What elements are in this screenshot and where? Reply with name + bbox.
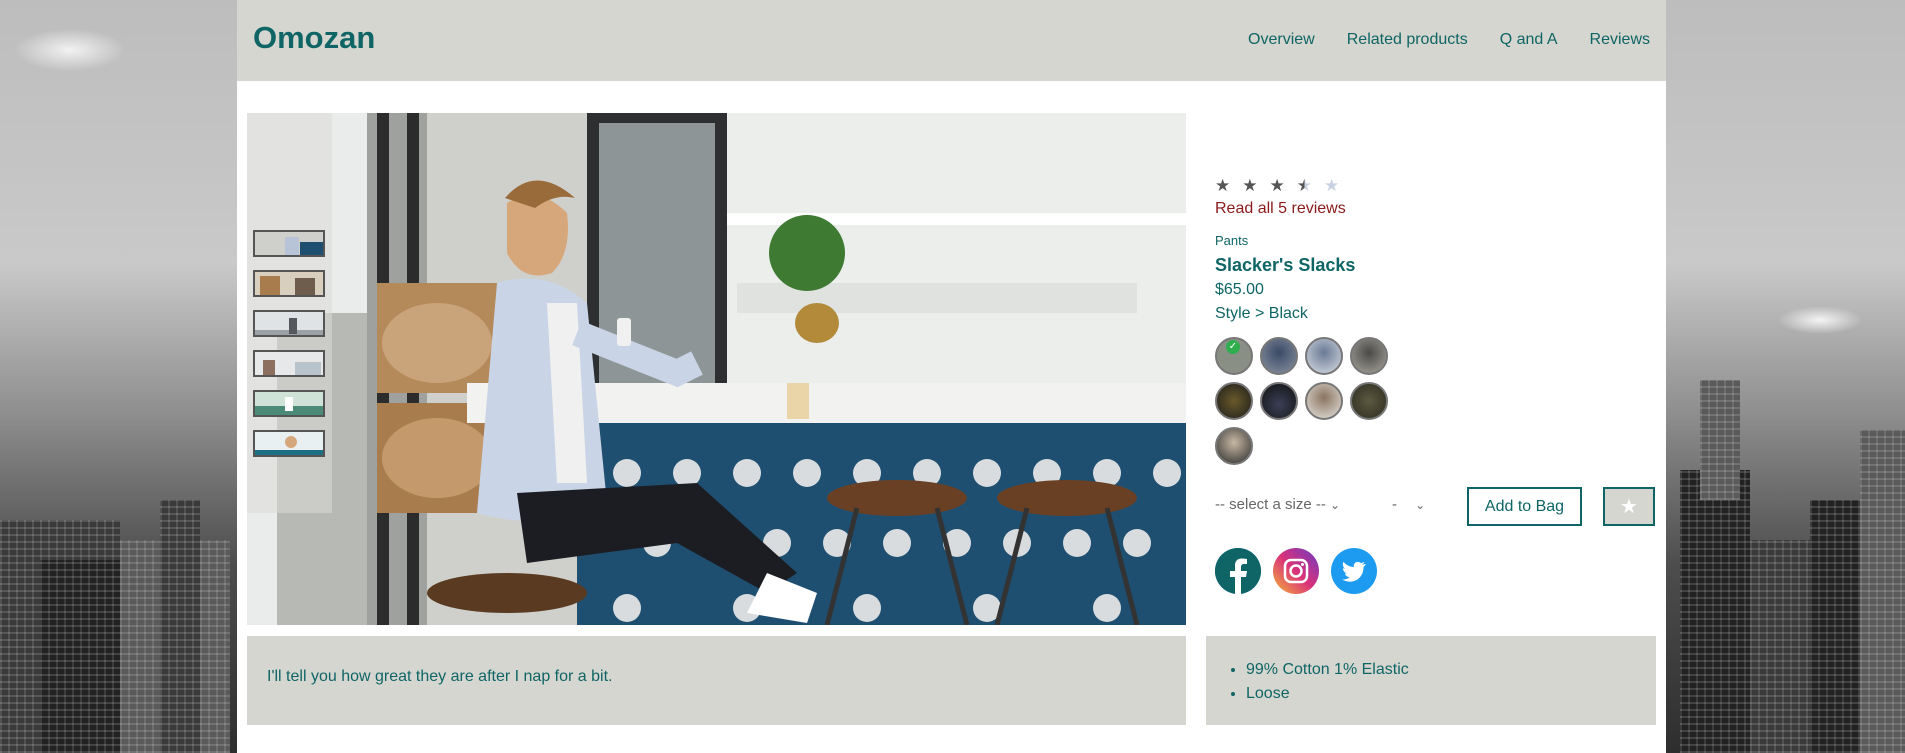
style-swatch-2[interactable]: [1260, 337, 1298, 375]
feature-item: 99% Cotton 1% Elastic: [1246, 658, 1409, 682]
nav-reviews[interactable]: Reviews: [1590, 31, 1650, 49]
quantity-select[interactable]: - ⌄: [1392, 496, 1425, 513]
thumbnail-5[interactable]: [253, 390, 325, 417]
style-swatch-4[interactable]: [1350, 337, 1388, 375]
thumbnail-1[interactable]: [253, 230, 325, 257]
star-half-icon: ★: [1296, 176, 1312, 195]
product-description-box: I'll tell you how great they are after I…: [247, 636, 1186, 725]
check-icon: ✓: [1226, 340, 1240, 354]
star-icon: ★: [1620, 496, 1638, 518]
product-features-box: 99% Cotton 1% Elastic Loose: [1206, 636, 1656, 725]
quantity-select-value: -: [1392, 496, 1397, 513]
thumbnail-strip: [247, 113, 332, 513]
size-select[interactable]: -- select a size -- ⌄: [1215, 496, 1340, 513]
instagram-icon[interactable]: [1273, 548, 1319, 594]
star-rating: ★ ★ ★ ★ ★: [1215, 176, 1339, 196]
style-swatch-5[interactable]: [1215, 382, 1253, 420]
product-name: Slacker's Slacks: [1215, 255, 1356, 275]
main-product-image[interactable]: [247, 113, 1186, 625]
product-category: Pants: [1215, 233, 1249, 248]
brand-logo[interactable]: Omozan: [253, 20, 375, 56]
style-swatch-1[interactable]: ✓: [1215, 337, 1253, 375]
star-icon: ★: [1269, 176, 1285, 195]
size-select-value: -- select a size --: [1215, 496, 1326, 513]
style-swatch-8[interactable]: [1350, 382, 1388, 420]
add-to-bag-button[interactable]: Add to Bag: [1467, 487, 1582, 526]
thumbnail-4[interactable]: [253, 350, 325, 377]
style-swatch-7[interactable]: [1305, 382, 1343, 420]
chevron-down-icon: ⌄: [1330, 498, 1341, 512]
product-price: $65.00: [1215, 281, 1264, 298]
style-swatch-6[interactable]: [1260, 382, 1298, 420]
selected-style-label: Style > Black: [1215, 305, 1308, 322]
nav-overview[interactable]: Overview: [1248, 31, 1315, 49]
thumbnail-6[interactable]: [253, 430, 325, 457]
star-icon: ★: [1215, 176, 1231, 195]
star-icon: ★: [1242, 176, 1258, 195]
feature-item: Loose: [1246, 682, 1409, 706]
nav-q-and-a[interactable]: Q and A: [1500, 31, 1558, 49]
product-description: I'll tell you how great they are after I…: [267, 668, 613, 685]
facebook-icon[interactable]: [1215, 548, 1261, 594]
star-empty-icon: ★: [1324, 176, 1340, 195]
twitter-icon[interactable]: [1331, 548, 1377, 594]
nav-related-products[interactable]: Related products: [1347, 31, 1468, 49]
read-reviews-link[interactable]: Read all 5 reviews: [1215, 200, 1346, 218]
nav-bar: Overview Related products Q and A Review…: [1248, 31, 1650, 49]
header: Omozan Overview Related products Q and A…: [237, 0, 1666, 81]
style-swatch-3[interactable]: [1305, 337, 1343, 375]
favorite-button[interactable]: ★: [1603, 487, 1655, 526]
style-swatch-9[interactable]: [1215, 427, 1253, 465]
thumbnail-2[interactable]: [253, 270, 325, 297]
product-photo: [247, 113, 1186, 625]
chevron-down-icon: ⌄: [1415, 498, 1426, 512]
thumbnail-3[interactable]: [253, 310, 325, 337]
features-list: 99% Cotton 1% Elastic Loose: [1206, 658, 1409, 706]
page-container: Omozan Overview Related products Q and A…: [237, 0, 1666, 753]
